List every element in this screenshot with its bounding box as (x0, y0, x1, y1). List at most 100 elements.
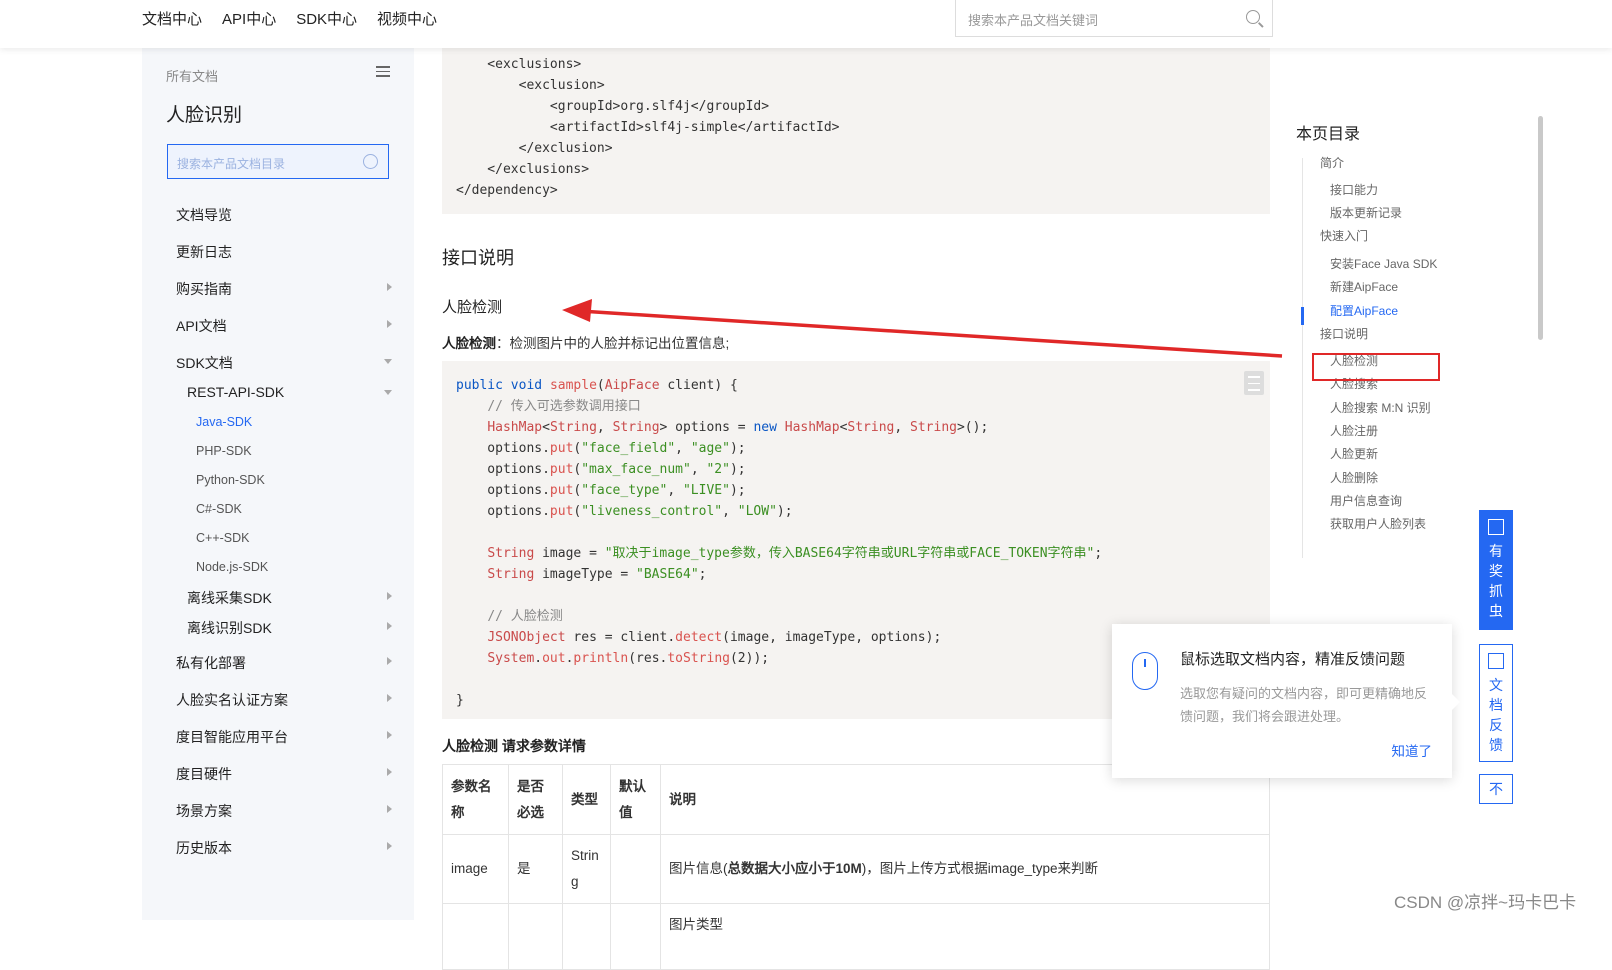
desc-part: )，图片上传方式根据image_type来判断 (861, 861, 1099, 876)
list-menu-icon[interactable] (376, 66, 390, 78)
chevron-right-icon (387, 731, 392, 739)
doc-feedback-button[interactable]: 文档反馈 (1479, 644, 1513, 762)
code-line: <exclusions> (456, 57, 582, 72)
sidebar-item-label: API文档 (176, 318, 227, 334)
product-title: 人脸识别 (166, 105, 243, 126)
doc-feedback-label: 文档反馈 (1489, 677, 1503, 753)
toc-item-quickstart[interactable]: 快速入门 (1320, 227, 1368, 244)
toc-item-face-list[interactable]: 获取用户人脸列表 (1330, 515, 1426, 532)
toc-item-intro[interactable]: 简介 (1320, 154, 1344, 171)
copy-icon[interactable] (1244, 371, 1264, 395)
sidebar-item-history[interactable]: 历史版本 (176, 838, 392, 858)
sidebar-item-sdk-docs[interactable]: SDK文档 (176, 353, 392, 373)
sidebar-search-placeholder: 搜索本产品文档目录 (177, 157, 286, 171)
bug-bounty-button[interactable]: 有奖抓虫 (1479, 510, 1513, 630)
toc-item-face-update[interactable]: 人脸更新 (1330, 445, 1378, 462)
table-cell (610, 834, 661, 904)
params-table: 参数名称 是否必选 类型 默认值 说明 image 是 String 图片信息(… (442, 764, 1270, 970)
sidebar-item-offline-capture-sdk[interactable]: 离线采集SDK (187, 588, 392, 608)
mouse-icon (1132, 652, 1158, 690)
toc-active-indicator (1301, 307, 1304, 325)
sidebar-item-csharp-sdk[interactable]: C#-SDK (196, 502, 412, 516)
toc-item-face-delete[interactable]: 人脸删除 (1330, 469, 1378, 486)
chevron-right-icon (387, 842, 392, 850)
sidebar-item-label: 场景方案 (176, 803, 232, 819)
table-header: 是否必选 (508, 764, 563, 835)
search-icon[interactable] (363, 154, 378, 169)
sidebar-item-dumu-platform[interactable]: 度目智能应用平台 (176, 727, 392, 747)
top-nav: 文档中心 API中心 SDK中心 视频中心 (142, 8, 437, 29)
chevron-right-icon (387, 592, 392, 600)
chevron-right-icon (387, 283, 392, 291)
sidebar-item-api-docs[interactable]: API文档 (176, 316, 392, 336)
table-header: 参数名称 (442, 764, 509, 835)
toc-item-config-aipface[interactable]: 配置AipFace (1330, 302, 1398, 319)
popup-title: 鼠标选取文档内容，精准反馈问题 (1180, 651, 1406, 668)
sidebar-item-purchase-guide[interactable]: 购买指南 (176, 279, 392, 299)
sidebar-item-label: 私有化部署 (176, 655, 246, 671)
page-toc: 本页目录 简介 接口能力 版本更新记录 快速入门 安装Face Java SDK… (1296, 120, 1466, 558)
toc-rail (1302, 158, 1303, 558)
desc-label: 人脸检测 (442, 336, 496, 351)
sidebar-item-nodejs-sdk[interactable]: Node.js-SDK (196, 560, 412, 574)
sidebar-item-label: 文档导览 (176, 207, 232, 223)
toc-item-capabilities[interactable]: 接口能力 (1330, 181, 1378, 198)
nav-doc-center[interactable]: 文档中心 (142, 8, 202, 29)
sidebar-item-doc-guide[interactable]: 文档导览 (176, 205, 392, 225)
table-row: image 是 String 图片信息(总数据大小应小于10M)，图片上传方式根… (442, 834, 1270, 904)
sidebar-item-label: REST-API-SDK (187, 384, 285, 400)
subsection-heading: 人脸检测 (442, 299, 503, 316)
nav-video-center[interactable]: 视频中心 (377, 8, 437, 29)
all-docs-label[interactable]: 所有文档 (166, 66, 218, 85)
nav-sdk-center[interactable]: SDK中心 (296, 8, 357, 29)
section-description: 人脸检测：检测图片中的人脸并标记出位置信息; (442, 332, 729, 352)
code-line: <groupId>org.slf4j</groupId> (456, 99, 770, 114)
toc-item-user-info[interactable]: 用户信息查询 (1330, 492, 1402, 509)
chevron-right-icon (387, 694, 392, 702)
table-cell: image (442, 834, 509, 904)
popup-ok-button[interactable]: 知道了 (1392, 740, 1433, 760)
sidebar-item-dumu-hardware[interactable]: 度目硬件 (176, 764, 392, 784)
toc-title: 本页目录 (1296, 126, 1361, 143)
top-search-placeholder: 搜索本产品文档关键词 (968, 13, 1099, 28)
toc-scrollbar[interactable] (1538, 116, 1543, 340)
sidebar-item-changelog[interactable]: 更新日志 (176, 242, 392, 262)
sidebar-item-python-sdk[interactable]: Python-SDK (196, 473, 412, 487)
top-bar: 文档中心 API中心 SDK中心 视频中心 搜索本产品文档关键词 (0, 0, 1612, 48)
sidebar-item-realname-auth[interactable]: 人脸实名认证方案 (176, 690, 392, 710)
table-header: 默认值 (610, 764, 661, 835)
toc-item-new-aipface[interactable]: 新建AipFace (1330, 278, 1398, 295)
code-line: <exclusion> (456, 78, 605, 93)
chevron-down-icon (384, 359, 392, 364)
sidebar-item-java-sdk[interactable]: Java-SDK (196, 415, 412, 429)
section-heading: 接口说明 (442, 248, 514, 268)
feedback-tip-popup: 鼠标选取文档内容，精准反馈问题 选取您有疑问的文档内容，即可更精确地反馈问题，我… (1112, 624, 1460, 778)
sidebar-item-label: 人脸实名认证方案 (176, 692, 288, 708)
table-cell (610, 903, 661, 970)
toc-item-face-register[interactable]: 人脸注册 (1330, 422, 1378, 439)
sidebar-item-private-deployment[interactable]: 私有化部署 (176, 653, 392, 673)
top-search-input[interactable]: 搜索本产品文档关键词 (955, 0, 1273, 37)
chevron-right-icon (387, 622, 392, 630)
sidebar-item-php-sdk[interactable]: PHP-SDK (196, 444, 412, 458)
search-icon[interactable] (1246, 10, 1260, 24)
code-line: </exclusion> (456, 141, 613, 156)
sidebar-item-offline-recognition-sdk[interactable]: 离线识别SDK (187, 618, 392, 638)
code-line: <artifactId>slf4j-simple</artifactId> (456, 120, 840, 135)
sidebar-search-input[interactable]: 搜索本产品文档目录 (167, 144, 389, 179)
table-cell: 是 (508, 834, 563, 904)
sidebar-item-rest-api-sdk[interactable]: REST-API-SDK (187, 384, 392, 400)
desc-text: ：检测图片中的人脸并标记出位置信息; (496, 336, 730, 351)
toc-item-install-sdk[interactable]: 安装Face Java SDK (1330, 255, 1437, 272)
toc-item-api-desc[interactable]: 接口说明 (1320, 325, 1368, 342)
gift-icon (1488, 519, 1504, 535)
sidebar-item-cpp-sdk[interactable]: C++-SDK (196, 531, 412, 545)
annotation-highlight-box (1312, 353, 1440, 381)
toc-item-face-search-mn[interactable]: 人脸搜索 M:N 识别 (1330, 399, 1431, 416)
table-cell (508, 903, 563, 970)
nav-api-center[interactable]: API中心 (222, 8, 276, 29)
toc-item-changelog[interactable]: 版本更新记录 (1330, 204, 1402, 221)
table-cell: 图片信息(总数据大小应小于10M)，图片上传方式根据image_type来判断 (660, 834, 1270, 904)
sidebar-item-scenarios[interactable]: 场景方案 (176, 801, 392, 821)
back-to-top-button[interactable]: 不 (1479, 774, 1513, 804)
